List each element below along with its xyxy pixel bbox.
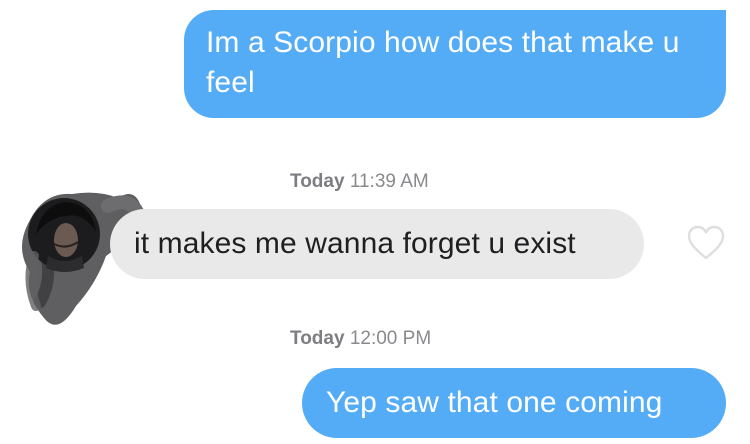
message-timestamp: Today 12:00 PM — [290, 328, 431, 350]
message-bubble-sent[interactable]: Yep saw that one coming — [302, 368, 726, 438]
timestamp-time: 11:39 AM — [349, 171, 429, 192]
message-timestamp: Today 11:39 AM — [290, 171, 429, 193]
heart-icon[interactable] — [686, 224, 726, 262]
timestamp-day: Today — [290, 328, 345, 349]
message-bubble-received[interactable]: it makes me wanna forget u exist — [110, 209, 644, 279]
message-bubble-sent[interactable]: Im a Scorpio how does that make u feel — [184, 10, 726, 118]
message-text: Yep saw that one coming — [326, 386, 663, 419]
timestamp-day: Today — [290, 171, 345, 192]
message-text: Im a Scorpio how does that make u feel — [206, 26, 680, 99]
message-text: it makes me wanna forget u exist — [134, 227, 576, 260]
bubble-tail — [688, 10, 702, 16]
timestamp-time: 12:00 PM — [349, 328, 432, 349]
